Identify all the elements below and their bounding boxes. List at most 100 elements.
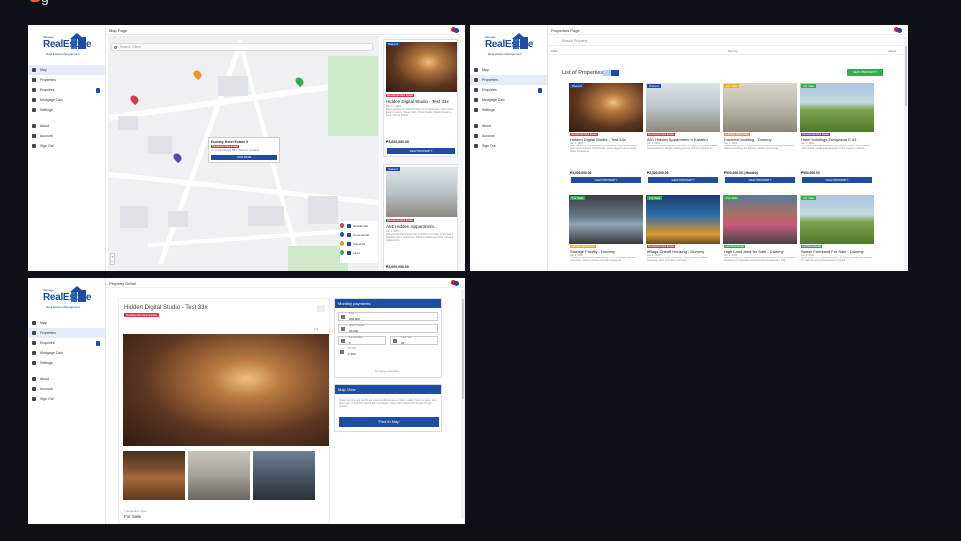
list-title: List of Properties <box>562 70 604 76</box>
brand-logo: Manage RealEstate Real Estate Management <box>482 33 536 61</box>
sidebar-item-map[interactable]: Map <box>28 318 105 328</box>
sidebar-item-about[interactable]: About <box>470 121 547 131</box>
sidebar-item-account[interactable]: Account <box>28 384 105 394</box>
land-pin-icon <box>340 250 344 255</box>
brand-logo: Manage RealEstate Real Estate Management <box>40 33 94 61</box>
language-flag-icon[interactable] <box>451 27 459 33</box>
sidebar-item-mortgage[interactable]: Mortgage Calc <box>28 95 105 105</box>
property-card[interactable]: Owned Residential Real Estate Hidden Digit… <box>569 83 643 185</box>
legend-label: Industrial <box>353 241 366 246</box>
property-desc: Land for variety for agricultural develo… <box>724 257 795 262</box>
property-image <box>800 83 874 132</box>
sidebar-item-account[interactable]: Account <box>28 131 105 141</box>
status-badge: For Sale <box>724 196 740 200</box>
thumbnail[interactable] <box>188 451 250 500</box>
property-desc: A factory facility with multiple industr… <box>724 145 795 150</box>
order-dropdown[interactable]: Latest <box>888 49 896 53</box>
sidebar-item-enquiries[interactable]: Enquiries <box>28 338 105 348</box>
sidebar-item-account[interactable]: Account <box>470 131 547 141</box>
property-card[interactable]: For Sale Land Real Estate Sweet Farmland F… <box>800 195 874 271</box>
property-card[interactable]: For Sale Commercial Real Estate Hotel buil… <box>800 83 874 185</box>
calculator-icon <box>32 351 36 355</box>
tag-icon <box>341 315 345 319</box>
map-icon <box>32 321 36 325</box>
sidebar-item-signout[interactable]: Sign Out <box>28 141 105 151</box>
sidebar-item-label: Sign Out <box>40 144 54 148</box>
popup-address: 21 1 Levis Society Nb.1 Pathu St. of Nai… <box>211 149 260 152</box>
transaction-type-label: Transaction Type <box>124 509 147 513</box>
sidebar-item-map[interactable]: Map <box>470 65 547 75</box>
sidebar-item-map[interactable]: Map <box>28 65 105 75</box>
thumbnail[interactable] <box>253 451 315 500</box>
property-card[interactable]: For Sale Industrial Real Estate Storage Fa… <box>569 195 643 271</box>
sort-dropdown[interactable]: Sort by <box>728 49 738 53</box>
sidebar-item-signout[interactable]: Sign Out <box>28 394 105 404</box>
monthly-payments-panel: Monthly payments Price 300,000 Down Payme… <box>334 298 442 378</box>
property-card[interactable]: For Sale Land Real Estate High Land area f… <box>723 195 797 271</box>
language-flag-icon[interactable] <box>894 27 902 33</box>
legend-checkbox[interactable] <box>347 241 351 246</box>
property-card[interactable]: Owned Residential Real Estate A51 Hidden A… <box>646 83 720 185</box>
loan-term-field[interactable]: Loan Term 20 <box>390 336 438 345</box>
view-more-button[interactable]: VIEW MORE <box>211 155 277 160</box>
sidebar-item-about[interactable]: About <box>28 374 105 384</box>
sidebar-item-settings[interactable]: Settings <box>470 105 547 115</box>
sidebar-item-properties[interactable]: Properties <box>28 75 105 85</box>
sidebar-item-properties[interactable]: Properties <box>470 75 547 85</box>
thumbnail[interactable] <box>123 451 185 500</box>
legend-checkbox[interactable] <box>347 223 351 228</box>
view-property-button[interactable]: VIEW PROPERTY <box>802 177 872 183</box>
sidebar-item-enquiries[interactable]: Enquiries <box>470 85 547 95</box>
filter-dropdown[interactable]: Filter <box>551 49 558 53</box>
scrollbar[interactable] <box>904 36 908 266</box>
info-icon <box>474 124 478 128</box>
map-icon <box>32 68 36 72</box>
view-property-button[interactable]: VIEW PROPERTY <box>725 177 795 183</box>
price-field[interactable]: Price 300,000 <box>338 312 438 321</box>
property-card[interactable]: Owned Residential Real Estate Hidden Dig… <box>383 39 458 157</box>
sidebar-item-properties[interactable]: Properties <box>28 328 105 338</box>
sidebar-item-label: Settings <box>40 361 53 365</box>
back-title[interactable]: ← Property Detail <box>104 281 136 286</box>
sidebar-item-mortgage[interactable]: Mortgage Calc <box>28 348 105 358</box>
property-price: ₱3,000,000.00 <box>570 171 592 175</box>
language-flag-icon[interactable] <box>451 280 459 286</box>
search-input[interactable]: Search Property <box>548 37 908 46</box>
view-property-button[interactable]: VIEW PROPERTY <box>387 148 455 154</box>
view-toggle[interactable] <box>603 70 619 76</box>
app-header <box>548 25 908 35</box>
find-in-map-button[interactable]: Find in Map <box>339 417 439 427</box>
brand-sub: Real Estate Management <box>488 52 522 56</box>
share-icon[interactable] <box>317 305 325 312</box>
view-property-button[interactable]: VIEW PROPERTY <box>648 177 718 183</box>
legend-checkbox[interactable] <box>347 250 351 255</box>
sidebar-item-settings[interactable]: Settings <box>28 358 105 368</box>
sidebar-item-mortgage[interactable]: Mortgage Calc <box>470 95 547 105</box>
new-property-button[interactable]: NEW PROPERTY <box>847 69 883 76</box>
sidebar-item-enquiries[interactable]: Enquiries <box>28 85 105 95</box>
legend-checkbox[interactable] <box>347 232 351 237</box>
list-view-icon[interactable] <box>603 70 611 76</box>
zoom-control[interactable]: + − <box>110 253 115 265</box>
search-input[interactable]: Search Cities <box>111 43 373 51</box>
property-card[interactable]: For Sale Industrial Real Estate Factorial … <box>723 83 797 185</box>
info-icon <box>32 124 36 128</box>
sidebar-item-label: Properties <box>40 78 56 82</box>
view-property-button[interactable]: VIEW PROPERTY <box>571 177 641 183</box>
status-badge: For Sale <box>724 84 740 88</box>
sidebar-item-label: Sign Out <box>482 144 496 148</box>
sidebar-item-label: Map <box>482 68 489 72</box>
scrollbar[interactable] <box>461 289 465 519</box>
property-card[interactable]: Owned Residential Real Estate A51 Hidden… <box>383 164 458 271</box>
property-card[interactable]: For Sale Residential Real Estate eBags Che… <box>646 195 720 271</box>
sidebar-item-settings[interactable]: Settings <box>28 105 105 115</box>
calculator-icon <box>474 98 478 102</box>
grid-view-icon[interactable] <box>611 70 619 76</box>
sidebar-item-about[interactable]: About <box>28 121 105 131</box>
sidebar-item-signout[interactable]: Sign Out <box>470 141 547 151</box>
down-payment-field[interactable]: Down Payment 30,000 <box>338 324 438 333</box>
status-badge: Owned <box>570 84 584 88</box>
main-photo[interactable] <box>123 334 329 446</box>
map-page-screenshot: Manage RealEstate Real Estate Management… <box>28 25 465 271</box>
interest-rate-field[interactable]: Interest Rate 5 <box>338 336 386 345</box>
